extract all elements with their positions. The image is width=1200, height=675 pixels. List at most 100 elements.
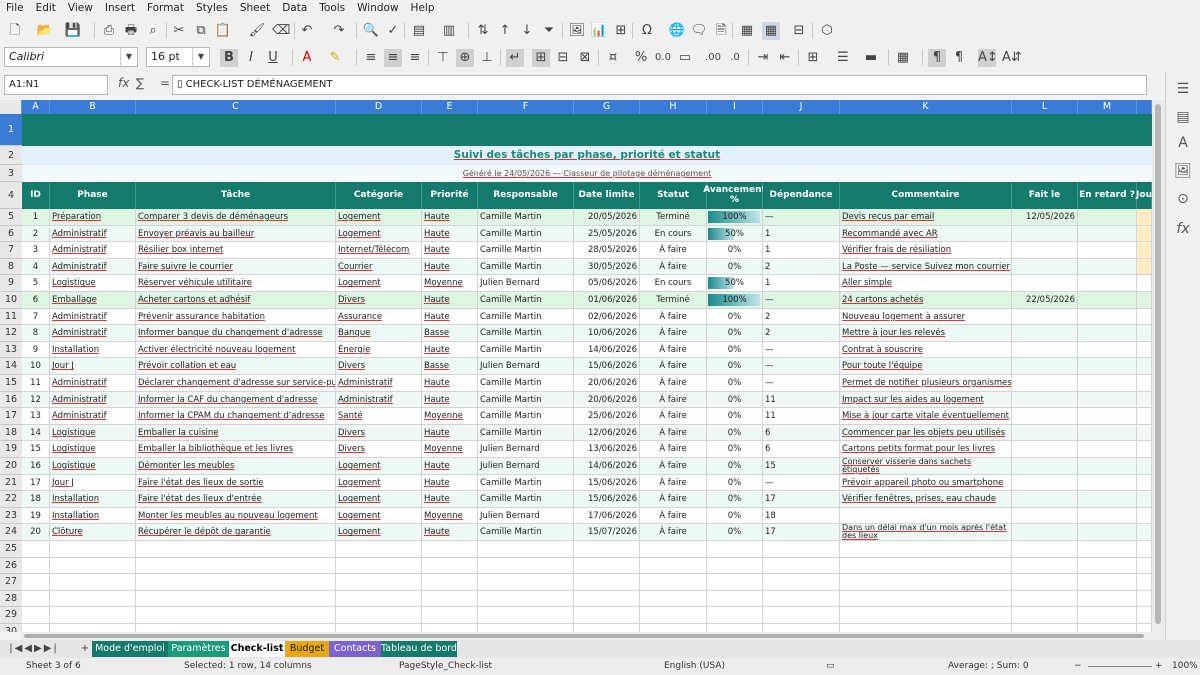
row-header[interactable]: 15: [0, 375, 22, 392]
cell-resp[interactable]: Camille Martin: [478, 424, 574, 442]
cell-progress[interactable]: 0%: [707, 458, 763, 475]
cell-progress[interactable]: 0%: [707, 507, 763, 525]
styles-icon[interactable]: A: [1174, 134, 1192, 152]
cell-date[interactable]: 25/06/2026: [574, 408, 640, 425]
menu-item[interactable]: Edit: [30, 0, 62, 14]
cell-done[interactable]: [1012, 408, 1078, 425]
spelling-icon[interactable]: ✓: [384, 22, 402, 40]
merge-center-icon[interactable]: ⊞: [532, 49, 550, 67]
row-header[interactable]: 29: [0, 607, 22, 624]
cell-task[interactable]: Prévoir collation et eau: [136, 358, 336, 375]
chevron-down-icon[interactable]: ▼: [120, 48, 137, 66]
cell-resp[interactable]: Camille Martin: [478, 242, 574, 259]
cell-progress[interactable]: 0%: [707, 441, 763, 458]
cell-progress[interactable]: 0%: [707, 424, 763, 442]
left-to-right-icon[interactable]: ¶: [928, 49, 946, 67]
cell-comment[interactable]: Vérifier fenêtres, prises, eau chaude: [840, 491, 1012, 508]
empty-cell[interactable]: [1078, 557, 1137, 575]
column-title[interactable]: Jou: [1136, 182, 1152, 209]
cell-id[interactable]: 14: [22, 424, 50, 442]
cell-progress[interactable]: 0%: [707, 258, 763, 276]
cell-late[interactable]: [1078, 424, 1137, 442]
cell-task[interactable]: Récupérer le dépôt de garantie: [136, 524, 336, 541]
cut-icon[interactable]: ✂: [170, 22, 188, 40]
menu-item[interactable]: Format: [141, 0, 190, 14]
cell-id[interactable]: 16: [22, 458, 50, 475]
currency-icon[interactable]: ¤: [604, 49, 622, 67]
cell-phase[interactable]: Administratif: [50, 408, 136, 425]
cell-cat[interactable]: Logement: [336, 225, 422, 243]
empty-cell[interactable]: [840, 607, 1012, 624]
cell-task[interactable]: Déclarer changement d'adresse sur servic…: [136, 375, 336, 392]
empty-cell[interactable]: [707, 541, 763, 558]
cell-done[interactable]: 22/05/2026: [1012, 292, 1078, 309]
cell-prio[interactable]: Haute: [422, 242, 478, 259]
cell-resp[interactable]: Camille Martin: [478, 474, 574, 492]
freeze-rows-columns-icon[interactable]: ▦: [762, 22, 780, 40]
cell-task[interactable]: Informer la CAF du changement d'adresse: [136, 391, 336, 409]
cell-dep[interactable]: —: [763, 474, 840, 492]
empty-cell[interactable]: [136, 607, 336, 624]
decrease-indent-icon[interactable]: ⇤: [776, 49, 794, 67]
border-color-icon[interactable]: ▬: [862, 49, 880, 67]
cell-resp[interactable]: Camille Martin: [478, 391, 574, 409]
cell-task[interactable]: Faire l'état des lieux d'entrée: [136, 491, 336, 508]
column-header[interactable]: G: [574, 100, 640, 114]
cell-phase[interactable]: Emballage: [50, 292, 136, 309]
cell-dep[interactable]: 6: [763, 424, 840, 442]
cell-done[interactable]: [1012, 375, 1078, 392]
right-to-left-icon[interactable]: ¶: [950, 49, 968, 67]
sum-summary[interactable]: Average: ; Sum: 0: [948, 658, 1029, 675]
column-icon[interactable]: ▥: [440, 22, 458, 40]
cell-status[interactable]: À faire: [640, 375, 707, 392]
align-right-icon[interactable]: ≡: [406, 49, 424, 67]
select-all-corner[interactable]: [0, 100, 22, 114]
cell-task[interactable]: Démonter les meubles: [136, 458, 336, 475]
cell-status[interactable]: En cours: [640, 275, 707, 292]
new-document-icon[interactable]: 🗋: [6, 22, 24, 40]
cell-phase[interactable]: Administratif: [50, 375, 136, 392]
cell-late[interactable]: [1078, 474, 1137, 492]
cell-comment[interactable]: Vérifier frais de résiliation: [840, 242, 1012, 259]
empty-cell[interactable]: [1012, 574, 1078, 591]
cell-late[interactable]: [1078, 275, 1137, 292]
cell-resp[interactable]: Camille Martin: [478, 258, 574, 276]
row-header[interactable]: 14: [0, 358, 22, 375]
chevron-down-icon[interactable]: ▼: [192, 48, 209, 66]
empty-cell[interactable]: [1078, 624, 1137, 632]
empty-cell[interactable]: [574, 574, 640, 591]
cell-date[interactable]: 17/06/2026: [574, 507, 640, 525]
cell-progress[interactable]: 0%: [707, 242, 763, 259]
empty-cell[interactable]: [640, 541, 707, 558]
row-header[interactable]: 2: [0, 146, 22, 165]
empty-cell[interactable]: [707, 557, 763, 575]
empty-cell[interactable]: [574, 607, 640, 624]
cell-id[interactable]: 18: [22, 491, 50, 508]
cell-resp[interactable]: Camille Martin: [478, 308, 574, 326]
empty-cell[interactable]: [422, 541, 478, 558]
cell-task[interactable]: Monter les meubles au nouveau logement: [136, 507, 336, 525]
cell-phase[interactable]: Installation: [50, 507, 136, 525]
title-band[interactable]: [22, 114, 1152, 146]
empty-cell[interactable]: [1137, 541, 1152, 558]
cell-extra[interactable]: [1137, 441, 1152, 458]
cell-late[interactable]: [1078, 258, 1137, 276]
row-header[interactable]: 1: [0, 114, 22, 146]
column-title[interactable]: Avancement %: [703, 182, 766, 209]
cell-id[interactable]: 13: [22, 408, 50, 425]
function-wizard-icon[interactable]: fx: [118, 76, 129, 90]
cell-id[interactable]: 17: [22, 474, 50, 492]
cell-dep[interactable]: 11: [763, 408, 840, 425]
cell-phase[interactable]: Administratif: [50, 258, 136, 276]
cell-progress[interactable]: 0%: [707, 524, 763, 541]
cell-resp[interactable]: Julien Bernard: [478, 507, 574, 525]
clear-formatting-icon[interactable]: ⌫: [272, 22, 290, 40]
row-header[interactable]: 11: [0, 308, 22, 326]
column-header[interactable]: A: [22, 100, 50, 114]
conditional-format-icon[interactable]: ▦: [894, 49, 912, 67]
cell-extra[interactable]: [1137, 292, 1152, 309]
formula-icon[interactable]: =: [160, 76, 170, 90]
spreadsheet-grid[interactable]: Suivi des tâches par phase, priorité et …: [0, 100, 1152, 632]
column-header[interactable]: E: [422, 100, 478, 114]
cell-date[interactable]: 05/06/2026: [574, 275, 640, 292]
